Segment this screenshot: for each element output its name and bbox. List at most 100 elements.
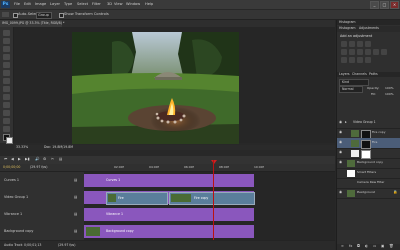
vibrance-clip[interactable]: Vibrance 1 [84,208,254,221]
close-icon[interactable]: × [390,1,399,9]
trash-icon[interactable]: 🗑 [389,244,394,249]
settings-icon[interactable]: ⚙ [43,157,46,162]
menu-window[interactable]: Window [126,2,140,7]
quick-select-tool-icon[interactable] [3,54,10,60]
menu-image[interactable]: Image [35,2,46,7]
stamp-tool-icon[interactable] [3,94,10,100]
visibility-eye-icon[interactable]: ◉ [339,140,342,145]
pen-tool-icon[interactable] [3,118,10,124]
transition-icon[interactable]: ▤ [59,157,62,162]
track-options-icon[interactable]: ▤ [74,212,77,217]
current-timecode[interactable]: 0;00;00;00 [3,165,20,169]
visibility-eye-icon[interactable]: ◉ [339,130,342,135]
track-header[interactable]: Vibrance 1 ▤ [0,206,84,224]
fill-value[interactable]: 100% [385,93,394,96]
menu-view[interactable]: View [114,2,123,7]
invert-icon[interactable] [341,57,347,63]
marquee-tool-icon[interactable] [3,38,10,44]
tab-histogram-2[interactable]: Histogram [339,26,356,30]
healing-tool-icon[interactable] [3,78,10,84]
add-mask-icon[interactable]: ◘ [357,244,360,249]
track-options-icon[interactable]: ▤ [74,195,77,200]
prev-frame-icon[interactable]: ◀ [11,157,14,162]
menu-3d[interactable]: 3D [107,2,112,7]
tab-channels[interactable]: Channels [352,72,367,76]
curves-clip[interactable]: Curves 1 [84,174,254,187]
brush-tool-icon[interactable] [3,86,10,92]
exposure-icon[interactable] [365,41,371,47]
threshold-icon[interactable] [357,57,363,63]
brightness-icon[interactable] [341,41,347,47]
move-tool-icon[interactable] [3,30,10,36]
posterize-icon[interactable] [349,57,355,63]
gradient-tool-icon[interactable] [3,110,10,116]
visibility-eye-icon[interactable]: ◉ [339,120,342,125]
curves-icon[interactable] [357,41,363,47]
gradient-map-icon[interactable] [365,57,371,63]
options-bar: Auto-Select: Group Show Transform Contro… [0,10,400,20]
track-header[interactable]: Background copy ▤ [0,223,84,241]
maximize-icon[interactable]: □ [380,1,389,9]
layer-name: Video Group 1 [353,120,376,124]
document-tab[interactable]: IMG_0099.JPG @ 33.3% (Title, RGB/8) * [0,20,65,27]
type-tool-icon[interactable] [3,126,10,132]
lasso-tool-icon[interactable] [3,46,10,52]
split-icon[interactable]: ✂ [51,157,54,162]
tab-layers[interactable]: Layers [339,72,350,76]
channel-mixer-icon[interactable] [381,49,387,55]
menu-select[interactable]: Select [77,2,88,7]
blend-mode-dropdown[interactable]: Normal [339,86,363,93]
new-adjustment-icon[interactable]: ◐ [365,244,368,249]
playhead-handle[interactable] [211,160,217,164]
audio-icon[interactable]: 🔊 [35,157,39,162]
first-frame-icon[interactable]: ⏮ [4,157,7,162]
black-white-icon[interactable] [365,49,371,55]
menu-type[interactable]: Type [64,2,72,7]
menu-edit[interactable]: Edit [24,2,31,7]
minimize-icon[interactable]: _ [370,1,379,9]
tab-paths[interactable]: Paths [369,72,378,76]
move-tool-icon[interactable] [2,12,9,17]
track-header[interactable]: Video Group 1 ▤ [0,189,84,207]
timeline-ruler[interactable]: 02:00f 04:00f 06:00f 08:00f 10:00f [84,164,335,172]
play-icon[interactable]: ▶ [18,157,21,162]
levels-icon[interactable] [349,41,355,47]
menu-file[interactable]: File [14,2,20,7]
track-lane: Background copy [84,223,335,241]
eyedropper-tool-icon[interactable] [3,70,10,76]
document-canvas-image[interactable] [72,32,239,144]
tab-adjustments[interactable]: Adjustments [359,26,379,30]
background-copy-clip[interactable]: Background copy [84,225,254,238]
layer-row[interactable]: ◉ Background 🔒 [337,188,400,199]
visibility-eye-icon[interactable]: ◉ [339,150,342,155]
background-color-swatch[interactable] [6,137,13,144]
track-header[interactable]: Curves 1 ▤ [0,172,84,190]
menu-layer[interactable]: Layer [50,2,60,7]
auto-select-dropdown[interactable]: Group [36,12,52,19]
opacity-value[interactable]: 100% [385,87,394,90]
visibility-eye-icon[interactable]: ◉ [339,160,342,165]
link-layers-icon[interactable]: ∞ [341,244,344,249]
playhead[interactable] [213,160,214,240]
crop-tool-icon[interactable] [3,62,10,68]
hue-saturation-icon[interactable] [349,49,355,55]
photo-filter-icon[interactable] [373,49,379,55]
new-layer-icon[interactable]: ▣ [381,244,384,249]
menu-help[interactable]: Help [145,2,153,7]
eraser-tool-icon[interactable] [3,102,10,108]
new-group-icon[interactable]: ▭ [373,244,376,249]
tab-histogram[interactable]: Histogram [339,20,356,24]
visibility-eye-icon[interactable]: ◉ [339,190,342,195]
color-balance-icon[interactable] [357,49,363,55]
vibrance-icon[interactable] [341,49,347,55]
fx-icon[interactable]: fx [349,244,352,249]
menu-filter[interactable]: Filter [92,2,101,7]
zoom-level[interactable]: 33.33% [16,145,28,149]
track-options-icon[interactable]: ▤ [74,178,77,183]
filter-kind-dropdown[interactable]: Kind [339,79,369,86]
fire-clip[interactable]: Fire [106,192,168,205]
fire-copy-clip[interactable]: Fire copy [169,192,255,205]
next-frame-icon[interactable]: ▶▮ [25,157,30,162]
adjustments-tab-row: Histogram Adjustments [337,26,400,32]
track-options-icon[interactable]: ▤ [74,229,77,234]
